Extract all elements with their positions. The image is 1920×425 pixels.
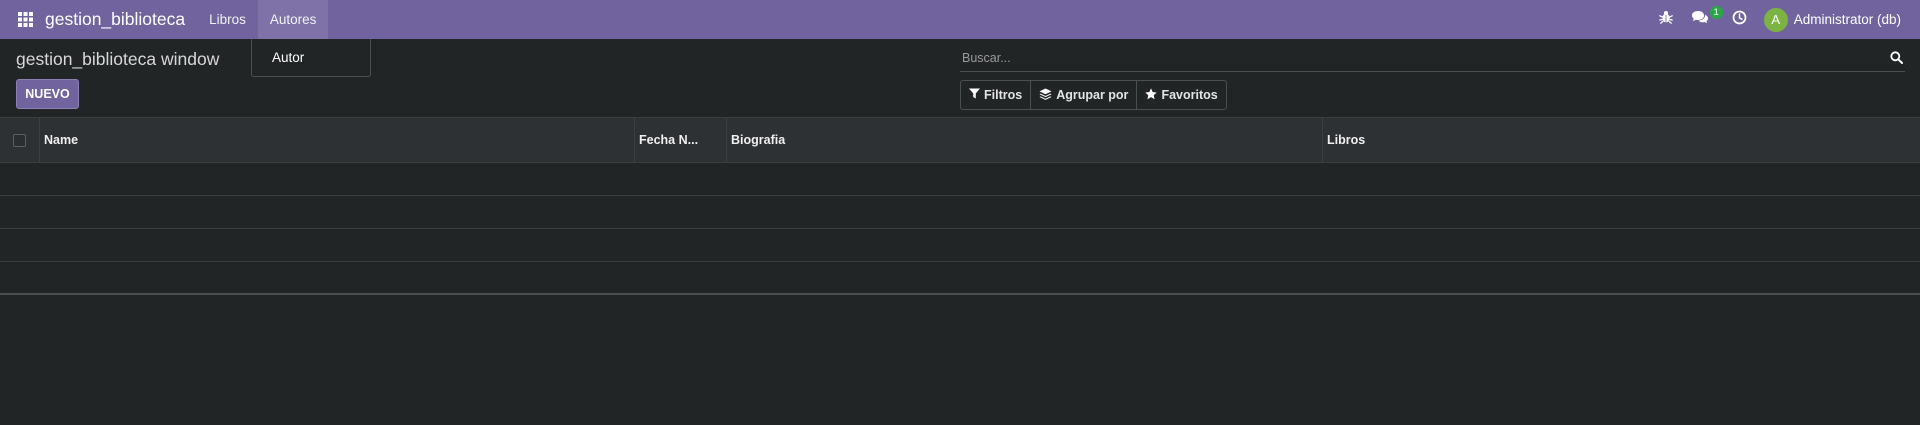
favorites-button[interactable]: Favoritos [1137,81,1225,109]
star-icon [1145,87,1161,103]
avatar: A [1763,7,1788,32]
table-row [0,262,1920,295]
search-bar [960,44,1905,72]
column-header-fecha[interactable]: Fecha N... [635,118,727,162]
clock-icon [1732,10,1747,30]
layers-icon [1039,88,1056,103]
user-name: Administrator (db) [1793,12,1901,27]
group-by-label: Agrupar por [1056,88,1129,102]
select-all-cell [0,118,40,162]
column-header-name[interactable]: Name [40,118,635,162]
debug-button[interactable] [1650,0,1682,39]
filters-label: Filtros [984,88,1023,102]
dropdown-item-autor[interactable]: Autor [272,50,304,65]
column-header-biografia[interactable]: Biografia [727,118,1323,162]
filters-button[interactable]: Filtros [961,81,1032,109]
messages-button[interactable]: 1 [1682,0,1723,39]
messages-badge: 1 [1709,6,1723,19]
top-navbar: gestion_biblioteca Libros Autores 1 A Ad… [0,0,1920,39]
app-brand[interactable]: gestion_biblioteca [45,9,185,30]
search-input[interactable] [960,50,1887,65]
menu-item-autores[interactable]: Autores [257,0,329,39]
table-row [0,163,1920,196]
user-menu[interactable]: A Administrator (db) [1763,7,1901,32]
menu-item-libros[interactable]: Libros [197,0,258,39]
column-header-libros[interactable]: Libros [1323,118,1920,162]
select-all-checkbox[interactable] [13,133,26,147]
bug-icon [1658,10,1673,29]
table-row [0,229,1920,262]
filter-icon [969,88,984,102]
list-view-table: Name Fecha N... Biografia Libros [0,117,1920,295]
breadcrumb: gestion_biblioteca window [16,49,220,69]
autores-dropdown: Autor [251,39,371,77]
table-header: Name Fecha N... Biografia Libros [0,117,1920,163]
table-row [0,196,1920,229]
group-by-button[interactable]: Agrupar por [1031,81,1138,109]
systray: 1 A Administrator (db) [1650,0,1920,39]
search-options: Filtros Agrupar por Favoritos [960,80,1227,110]
chat-icon [1691,10,1709,29]
new-button[interactable]: NUEVO [16,79,79,109]
activity-button[interactable] [1723,0,1756,39]
apps-grid-icon[interactable] [17,12,33,28]
search-icon[interactable] [1887,51,1905,64]
favorites-label: Favoritos [1161,88,1218,102]
